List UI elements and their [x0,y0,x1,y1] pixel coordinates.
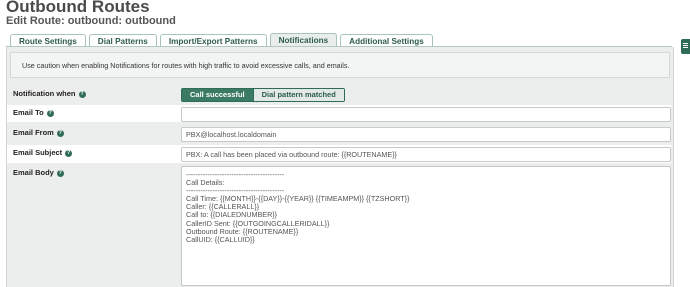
notification-when-label: Notification when? [13,89,86,98]
notification-when-label-text: Notification when [13,89,76,98]
email-body-line: ----------------------------------------… [186,170,285,179]
alert-text: Use caution when enabling Notifications … [22,61,350,70]
email-to-label: Email To? [13,108,54,117]
email-body-line: CallUID: {{CALLUID}} [186,234,255,244]
email-subject-label: Email Subject? [13,148,73,157]
email-from-input[interactable]: PBX@localhost.localdomain [181,127,671,142]
help-circle-icon[interactable]: ? [56,169,64,177]
call-successful-option[interactable]: Call successful [182,89,253,101]
page-subtitle: Edit Route: outbound: outbound [6,15,176,27]
email-subject-label-text: Email Subject [13,148,63,157]
tab-bar: Route Settings Dial Patterns Import/Expo… [10,33,436,47]
email-from-label: Email From? [13,128,64,137]
notification-when-toggle: Call successful Dial pattern matched [181,88,345,102]
help-circle-icon[interactable]: ? [78,90,86,98]
help-circle-icon[interactable]: ? [46,109,54,117]
menu-icon [683,43,688,44]
tab-notifications[interactable]: Notifications [269,33,338,47]
email-to-input[interactable] [181,107,671,122]
email-from-label-text: Email From [13,128,54,137]
email-body-label: Email Body? [13,168,64,177]
email-to-label-text: Email To [13,108,44,117]
help-circle-icon[interactable]: ? [56,129,64,137]
dial-pattern-matched-option[interactable]: Dial pattern matched [252,89,344,101]
caution-alert: Use caution when enabling Notifications … [10,52,670,78]
email-subject-input[interactable]: PBX: A call has been placed via outbound… [181,147,671,162]
help-circle-icon[interactable]: ? [65,149,73,157]
email-body-label-text: Email Body [13,168,54,177]
email-body-textarea[interactable]: ----------------------------------------… [181,166,671,286]
email-body-line: Outbound Route: {{ROUTENAME}} [186,226,299,236]
side-menu-button[interactable] [681,39,690,54]
